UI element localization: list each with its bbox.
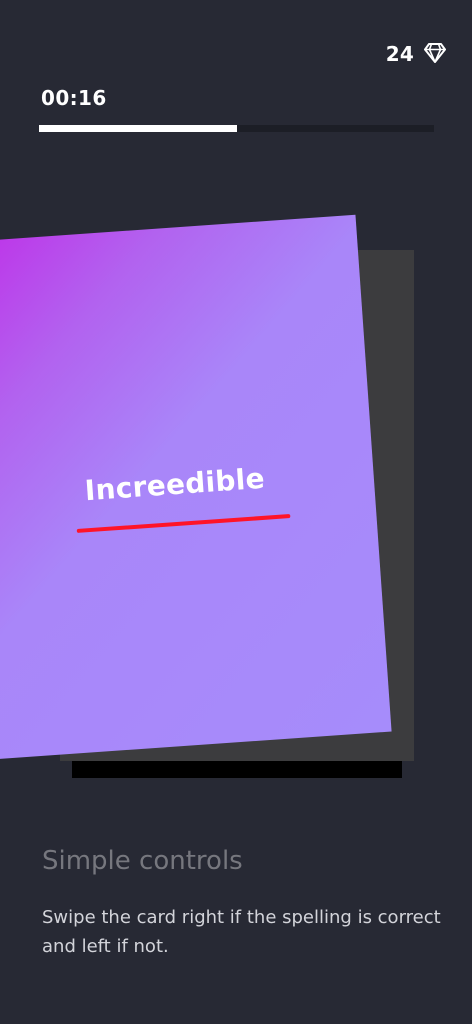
timer: 00:16: [41, 86, 107, 110]
gem-count: 24: [385, 42, 414, 66]
spelling-underline: [76, 514, 291, 533]
section-description: Swipe the card right if the spelling is …: [42, 907, 441, 957]
progress-bar: [39, 125, 434, 132]
progress-fill: [39, 125, 237, 132]
word-card[interactable]: Increedible: [0, 214, 392, 760]
section-title: Simple controls: [42, 846, 243, 876]
card-word: Increedible: [83, 461, 266, 508]
diamond-icon: [424, 43, 446, 63]
